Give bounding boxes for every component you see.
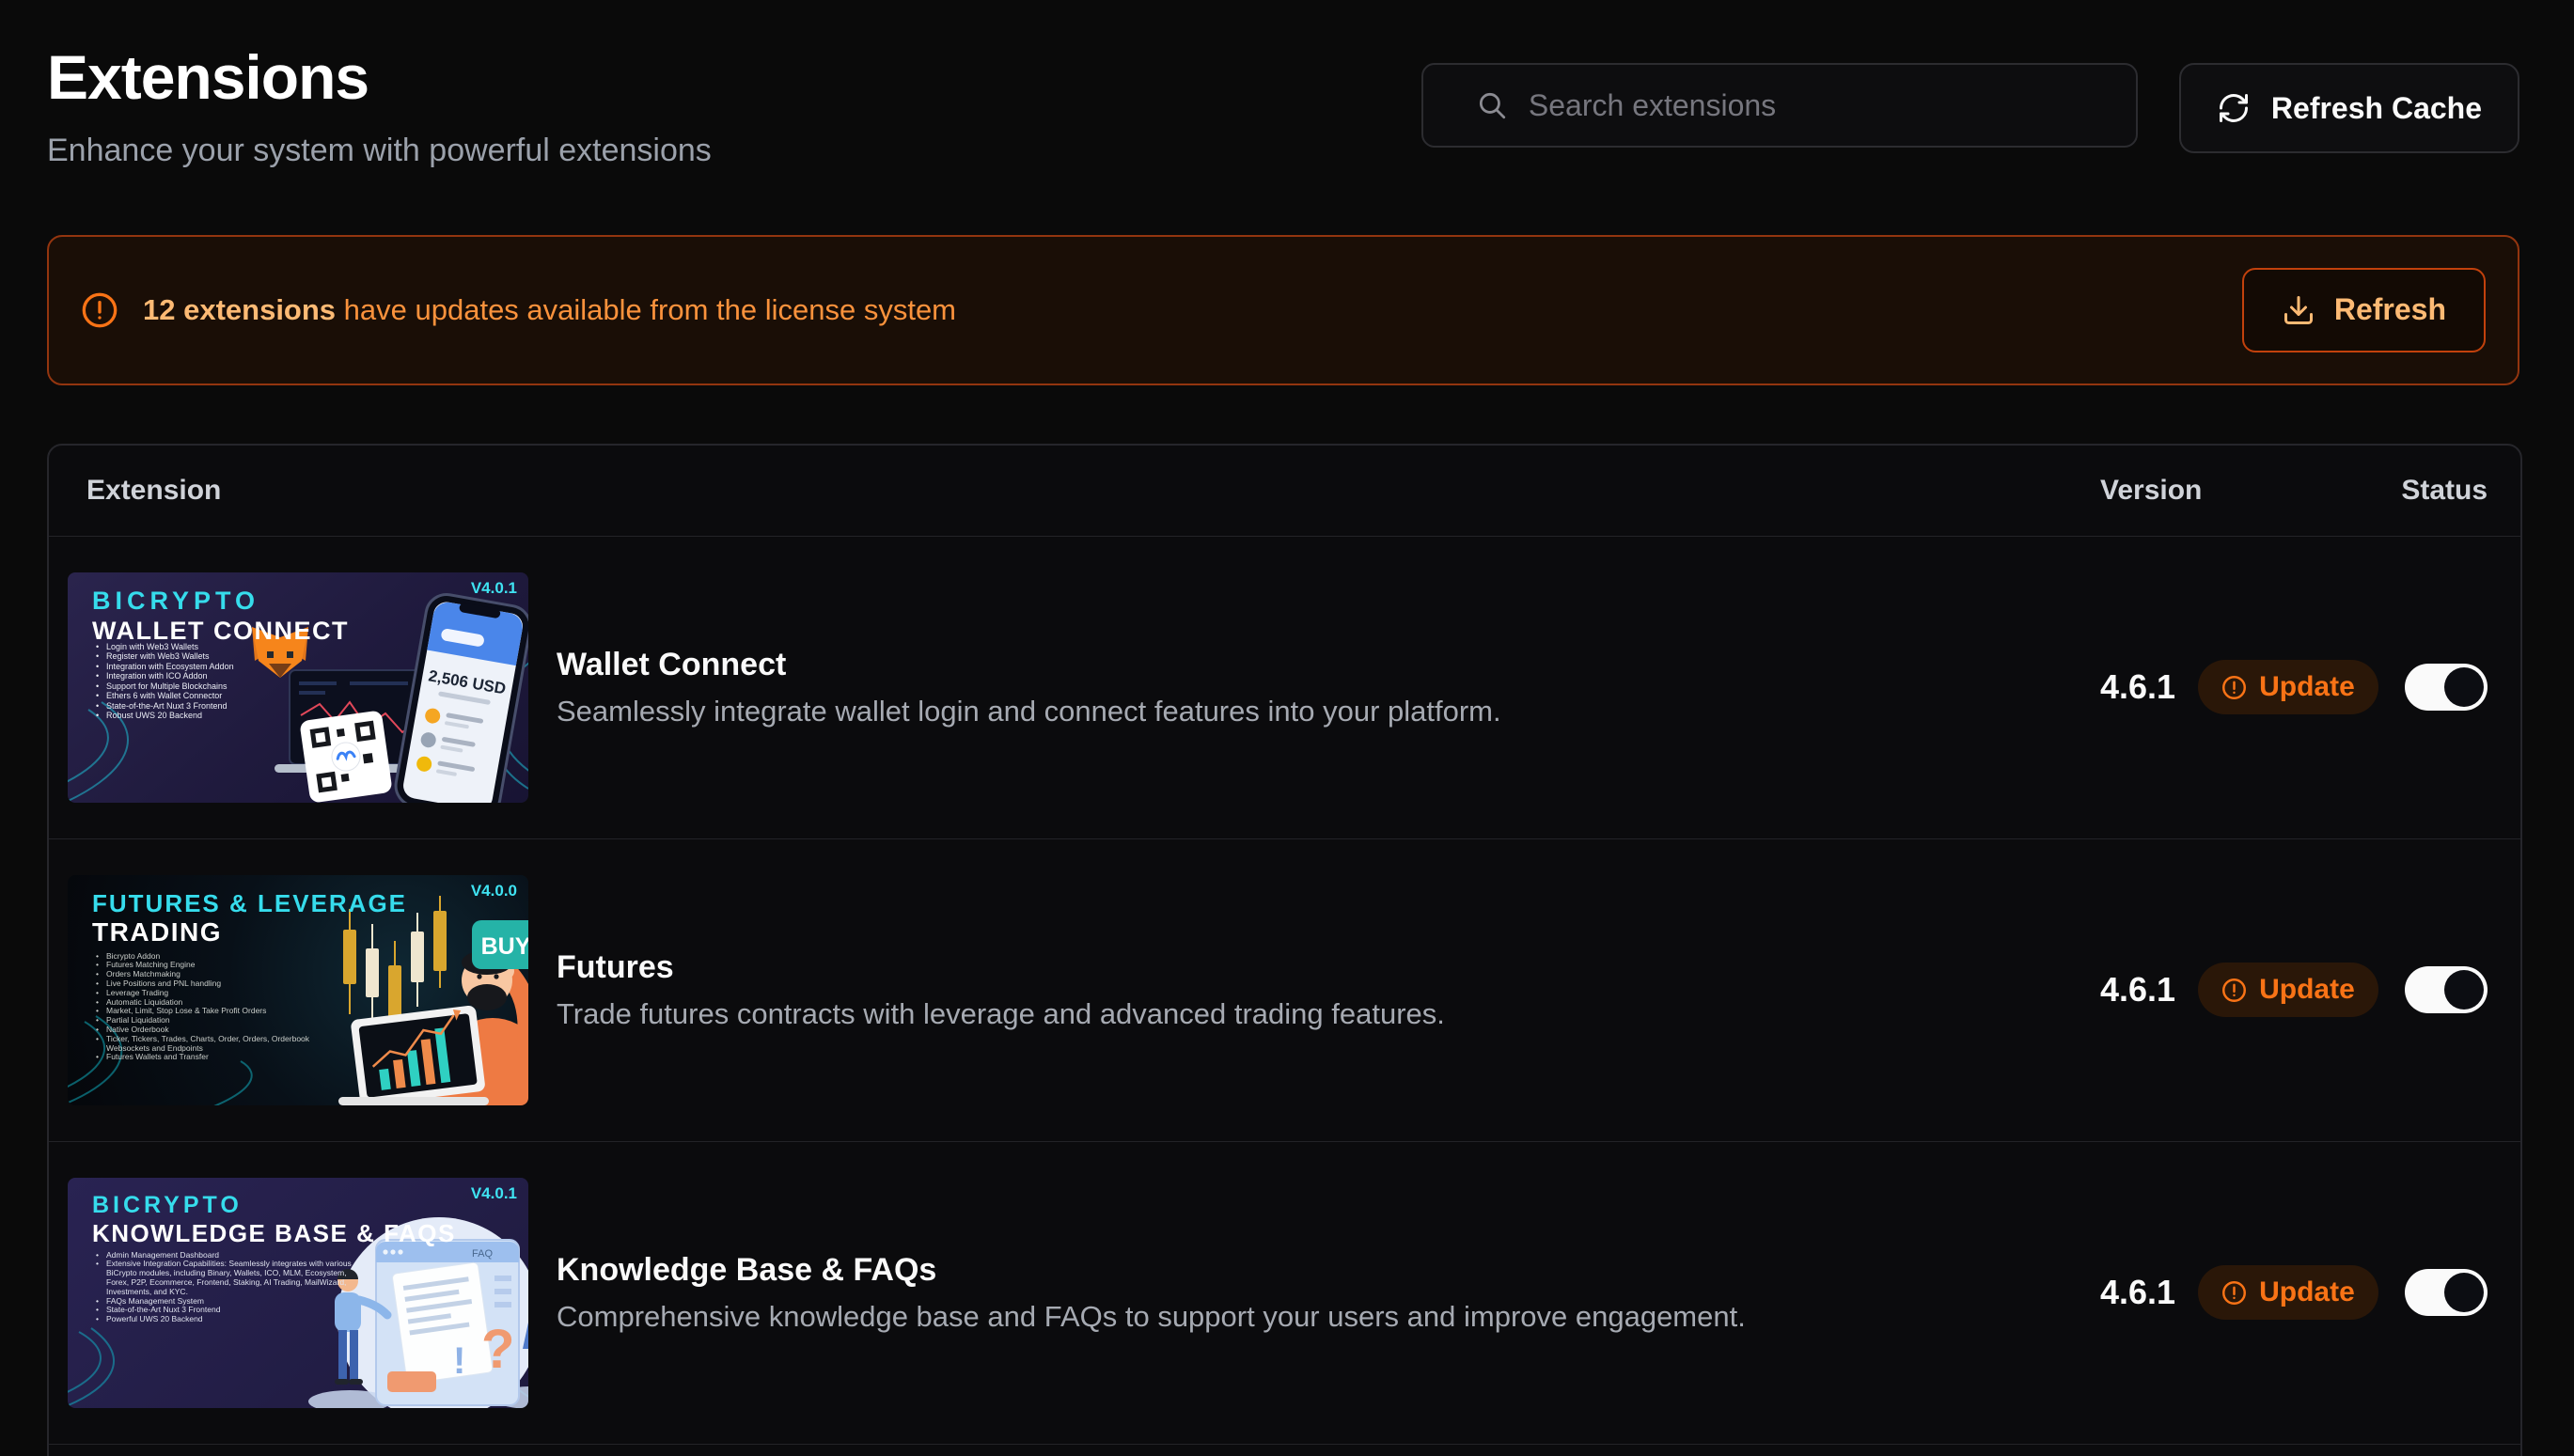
version-cell: 4.6.1 Update [2100,963,2373,1017]
status-toggle[interactable] [2405,966,2488,1013]
update-alert-banner: 12 extensions have updates available fro… [47,235,2519,385]
thumb-version-badge: V4.0.1 [471,579,517,598]
extension-description: Comprehensive knowledge base and FAQs to… [557,1300,2100,1334]
page-title: Extensions [47,43,712,112]
update-label: Update [2259,1276,2355,1308]
toggle-knob [2444,970,2484,1010]
update-label: Update [2259,671,2355,703]
update-button[interactable]: Update [2198,1265,2378,1320]
refresh-cache-label: Refresh Cache [2271,91,2482,126]
extension-info: Wallet Connect Seamlessly integrate wall… [528,647,2100,728]
refresh-cache-button[interactable]: Refresh Cache [2179,63,2519,153]
extensions-table: Extension Version Status [47,444,2522,1456]
banner-refresh-label: Refresh [2334,292,2446,327]
banner-update-count: 12 extensions [143,293,336,326]
extension-row-partial [49,1444,2520,1456]
banner-message-text: have updates available from the license … [336,293,956,326]
faq-document-graphic: FAQ ? ! [376,1240,519,1405]
faq-label-text: FAQ [472,1248,493,1260]
header-version: Version [2100,475,2373,507]
status-toggle[interactable] [2405,1269,2488,1316]
extension-row-wallet-connect[interactable]: 2,506 USD V4.0.1 BICRYPTO WALLET CONNECT… [49,536,2520,838]
alert-circle-icon [2221,978,2247,1003]
update-button[interactable]: Update [2198,963,2378,1017]
header-extension: Extension [86,475,2100,507]
refresh-icon [2217,91,2251,125]
extension-description: Seamlessly integrate wallet login and co… [557,695,2100,728]
alert-circle-icon [81,291,118,329]
extension-info: Knowledge Base & FAQs Comprehensive know… [528,1252,2100,1334]
thumb-feature-item: Support for Multiple Blockchains [96,681,322,692]
thumb-feature-item: Powerful UWS 20 Backend [96,1315,359,1324]
banner-refresh-button[interactable]: Refresh [2242,268,2486,352]
thumb-brand: FUTURES & LEVERAGE [92,889,407,918]
extension-description: Trade futures contracts with leverage an… [557,997,2100,1031]
update-button[interactable]: Update [2198,660,2378,714]
thumb-feature-item: Register with Web3 Wallets [96,651,322,662]
thumb-feature-item: Ethers 6 with Wallet Connector [96,691,322,701]
extension-name: Knowledge Base & FAQs [557,1252,2100,1289]
extension-row-futures[interactable]: BUY V4.0.0 FUTURES & LEVERAGE TR [49,838,2520,1141]
thumb-feature-item: Extensive Integration Capabilities: Seam… [96,1260,359,1296]
thumb-feature-item: Integration with Ecosystem Addon [96,662,322,672]
thumb-version-badge: V4.0.1 [471,1184,517,1203]
extension-thumbnail: FAQ ? ! [68,1178,528,1408]
thumb-brand: BICRYPTO [92,587,259,616]
topbar-actions: Refresh Cache [1421,63,2519,153]
page-subtitle: Enhance your system with powerful extens… [47,133,712,169]
thumb-feature-item: Futures Wallets and Transfer [96,1053,350,1062]
update-label: Update [2259,974,2355,1006]
extensions-page: Extensions Enhance your system with powe… [0,0,2574,1456]
extension-name: Futures [557,949,2100,986]
version-cell: 4.6.1 Update [2100,660,2373,714]
qr-code-graphic [299,710,392,803]
thumb-heading: KNOWLEDGE BASE & FAQS [92,1219,456,1248]
topbar: Extensions Enhance your system with powe… [0,0,2574,169]
header-status: Status [2373,475,2488,507]
version-number: 4.6.1 [2100,970,2175,1010]
thumb-version-badge: V4.0.0 [471,882,517,900]
buy-button-graphic: BUY [472,920,528,969]
thumb-feature-list: Bicrypto AddonFutures Matching EngineOrd… [96,952,350,1063]
question-mark-graphic: ? [481,1319,514,1380]
extension-info: Futures Trade futures contracts with lev… [528,949,2100,1031]
thumb-feature-list: Login with Web3 WalletsRegister with Web… [96,642,322,721]
alert-circle-icon [2221,675,2247,700]
thumb-feature-item: State-of-the-Art Nuxt 3 Frontend [96,701,322,712]
buy-label-text: BUY [481,933,528,960]
status-toggle[interactable] [2405,664,2488,711]
thumb-feature-item: Robust UWS 20 Backend [96,711,322,721]
thumb-feature-list: Admin Management DashboardExtensive Inte… [96,1251,359,1324]
thumb-heading: TRADING [92,917,222,947]
download-icon [2282,293,2315,327]
thumb-feature-item: Ticker, Tickers, Trades, Charts, Order, … [96,1035,350,1054]
laptop-growth-chart-graphic [351,1005,486,1105]
search-input[interactable] [1508,88,2136,123]
version-cell: 4.6.1 Update [2100,1265,2373,1320]
thumb-feature-item: Login with Web3 Wallets [96,642,322,652]
status-cell [2373,966,2488,1013]
search-icon [1476,89,1508,121]
table-header: Extension Version Status [49,446,2520,536]
thumb-feature-item: Integration with ICO Addon [96,671,322,681]
thumb-brand: BICRYPTO [92,1192,243,1219]
exclamation-mark-graphic: ! [453,1340,465,1382]
toggle-knob [2444,667,2484,707]
extension-row-knowledge-base[interactable]: FAQ ? ! [49,1141,2520,1444]
alert-circle-icon [2221,1280,2247,1306]
version-number: 4.6.1 [2100,667,2175,707]
toggle-knob [2444,1273,2484,1312]
status-cell [2373,664,2488,711]
banner-message: 12 extensions have updates available fro… [143,293,956,327]
extension-name: Wallet Connect [557,647,2100,683]
extension-thumbnail: BUY V4.0.0 FUTURES & LEVERAGE TR [68,875,528,1105]
page-heading: Extensions Enhance your system with powe… [47,43,712,169]
search-box [1421,63,2138,148]
status-cell [2373,1269,2488,1316]
extension-thumbnail: 2,506 USD V4.0.1 BICRYPTO WALLET CONNECT… [68,572,528,803]
version-number: 4.6.1 [2100,1273,2175,1312]
